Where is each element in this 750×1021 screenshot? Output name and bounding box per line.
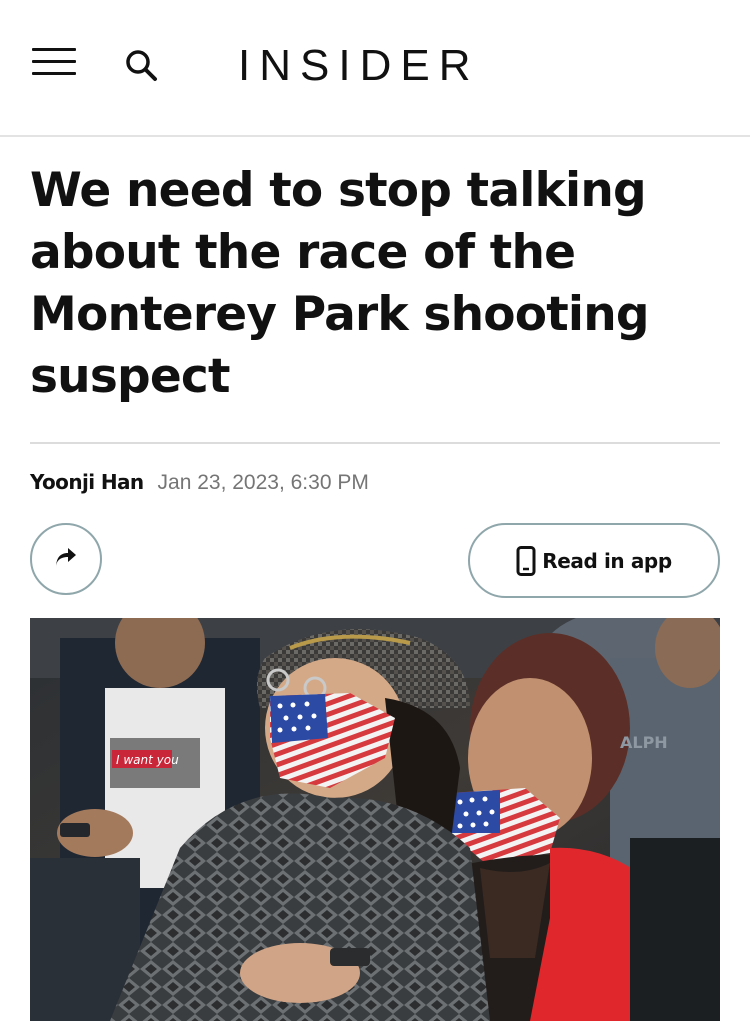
search-icon[interactable] [124, 48, 160, 84]
author-name-link[interactable]: Yoonji Han [30, 470, 144, 494]
read-in-app-label: Read in app [542, 548, 672, 573]
byline: Yoonji Han Jan 23, 2023, 6:30 PM [30, 470, 369, 500]
read-in-app-button[interactable]: Read in app [468, 523, 720, 598]
publish-date: Jan 23, 2023, 6:30 PM [157, 471, 369, 494]
headline-divider [30, 442, 720, 444]
hamburger-menu-icon[interactable] [32, 48, 76, 78]
top-navigation-bar: INSIDER [0, 0, 750, 137]
insider-logo[interactable]: INSIDER [238, 42, 479, 90]
share-button[interactable] [30, 523, 102, 595]
shirt-print-text: I want you [116, 753, 179, 767]
smartphone-icon [516, 545, 536, 576]
article-headline: We need to stop talking about the race o… [30, 163, 650, 404]
jacket-print-text: ALPH [620, 733, 668, 752]
article-hero-photo: I want you ALPH [30, 618, 720, 1021]
share-arrow-icon [56, 548, 76, 568]
article-page: INSIDER We need to stop talking about th… [0, 0, 750, 1021]
